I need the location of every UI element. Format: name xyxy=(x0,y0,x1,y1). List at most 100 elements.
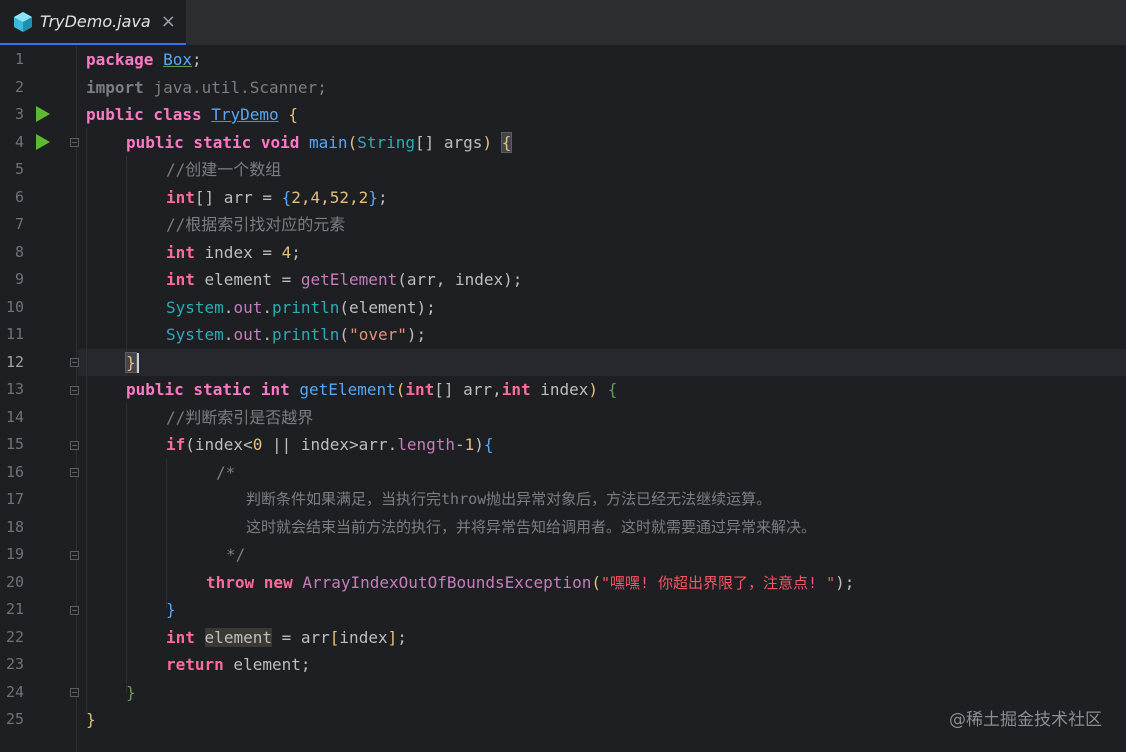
class-ref: System xyxy=(166,325,224,344)
fold-icon[interactable] xyxy=(70,468,79,477)
args: (element); xyxy=(339,297,436,317)
punct: . xyxy=(262,325,272,344)
text-caret xyxy=(136,353,139,373)
line-number-current: 12 xyxy=(5,352,24,371)
number: 4 xyxy=(281,242,292,262)
code-line-17: 判断条件如果满足，当执行完throw抛出异常对象后，方法已经无法继续运算。 xyxy=(246,486,771,514)
code-line-18: 这时就会结束当前方法的执行，并将异常告知给调用者。这时就需要通过异常来解决。 xyxy=(246,514,816,542)
paren: ) xyxy=(588,380,599,399)
import-path: java.util.Scanner; xyxy=(143,77,327,97)
gutter-separator xyxy=(76,46,77,752)
comment: 判断条件如果满足，当执行完throw抛出异常对象后，方法已经无法继续运算。 xyxy=(246,490,772,508)
line-number: 20 xyxy=(5,572,24,591)
args: (arr, index); xyxy=(397,270,523,289)
keyword: int xyxy=(166,187,195,207)
indent-guide xyxy=(166,458,167,608)
line-number: 17 xyxy=(5,490,24,508)
brace: { xyxy=(288,105,298,124)
line-number: 13 xyxy=(5,380,24,398)
brace: } xyxy=(86,710,96,729)
code-line-20: throw new ArrayIndexOutOfBoundsException… xyxy=(206,569,854,598)
line-number: 2 xyxy=(14,77,24,96)
comment: */ xyxy=(226,545,246,564)
fold-icon[interactable] xyxy=(70,138,79,147)
line-number: 3 xyxy=(14,105,24,123)
fold-icon[interactable] xyxy=(70,441,79,450)
params: index xyxy=(530,380,589,399)
punct: ; xyxy=(291,242,301,262)
class-ref: ArrayIndexOutOfBoundsException xyxy=(302,572,592,592)
bracket: ] xyxy=(387,627,398,647)
method-call: getElement xyxy=(300,270,398,289)
code-editor[interactable]: 1 2 3 4 5 6 7 8 9 10 11 12 13 14 15 16 1… xyxy=(0,46,1126,752)
line-number: 5 xyxy=(14,160,24,178)
method-name: getElement xyxy=(299,380,396,399)
method-call: println xyxy=(271,325,340,344)
paren: ( xyxy=(347,132,358,152)
code-line-6: int[] arr = {2,4,52,2}; xyxy=(166,184,388,212)
brace: { xyxy=(281,187,292,207)
keyword: if xyxy=(166,435,186,454)
line-number: 14 xyxy=(5,407,24,426)
code-line-15: if(index<0 || index>arr.length-1){ xyxy=(166,431,494,459)
line-number: 25 xyxy=(5,710,24,728)
class-ref: System xyxy=(166,297,224,317)
bracket: [ xyxy=(329,627,340,647)
code-line-9: int element = getElement(arr, index); xyxy=(166,266,522,294)
code-line-7: //根据索引找对应的元素 xyxy=(166,211,345,239)
brace: { xyxy=(500,131,513,153)
indent-guide xyxy=(86,128,87,713)
brace: { xyxy=(483,435,494,454)
variable-highlight: element xyxy=(204,627,272,647)
line-number: 4 xyxy=(14,132,24,151)
comment: //根据索引找对应的元素 xyxy=(166,215,346,234)
paren: ( xyxy=(339,325,350,344)
class-name: TryDemo xyxy=(211,105,279,124)
code-line-16: /* xyxy=(216,459,235,487)
fold-icon[interactable] xyxy=(70,688,79,697)
code-text: || index>arr. xyxy=(262,435,398,454)
fold-icon[interactable] xyxy=(70,551,79,560)
method-call: println xyxy=(271,297,340,317)
tab-trydemo-java[interactable]: TryDemo.java × xyxy=(0,0,186,45)
paren: ( xyxy=(395,380,406,399)
punct: . xyxy=(223,297,234,317)
code-line-12: } xyxy=(125,349,139,377)
code-text: index xyxy=(339,627,388,647)
run-icon[interactable] xyxy=(36,134,50,150)
line-number: 19 xyxy=(5,545,24,563)
tab-label: TryDemo.java xyxy=(40,12,151,31)
field: length xyxy=(397,435,455,454)
paren: ); xyxy=(406,325,427,344)
fold-icon[interactable] xyxy=(70,606,79,615)
fold-icon[interactable] xyxy=(70,358,79,367)
comment: //判断索引是否越界 xyxy=(166,407,314,427)
java-class-icon xyxy=(12,11,34,33)
field: out xyxy=(233,297,263,317)
close-icon[interactable]: × xyxy=(161,11,176,32)
fold-icon[interactable] xyxy=(70,386,79,395)
keyword: int xyxy=(405,380,435,399)
keyword: return xyxy=(166,655,224,674)
keyword: throw new xyxy=(206,572,293,592)
punct: . xyxy=(262,297,272,317)
line-number: 8 xyxy=(14,242,24,261)
line-number: 9 xyxy=(14,270,24,288)
code-line-24: } xyxy=(126,679,136,707)
keyword: public static void xyxy=(126,132,300,152)
code-line-5: //创建一个数组 xyxy=(166,156,281,184)
code-line-10: System.out.println(element); xyxy=(166,294,436,322)
brace: { xyxy=(607,380,618,399)
code-text: element; xyxy=(223,655,311,674)
current-line-highlight xyxy=(78,348,1126,376)
line-number: 16 xyxy=(5,462,24,481)
punct: . xyxy=(223,325,234,344)
code-line-11: System.out.println("over"); xyxy=(166,321,426,349)
keyword: int xyxy=(166,627,195,647)
paren: ) xyxy=(474,435,484,454)
punct: ; xyxy=(397,627,407,647)
run-icon[interactable] xyxy=(36,106,50,122)
code-line-14: //判断索引是否越界 xyxy=(166,404,313,432)
keyword: import xyxy=(86,77,144,97)
brace: } xyxy=(368,187,378,207)
